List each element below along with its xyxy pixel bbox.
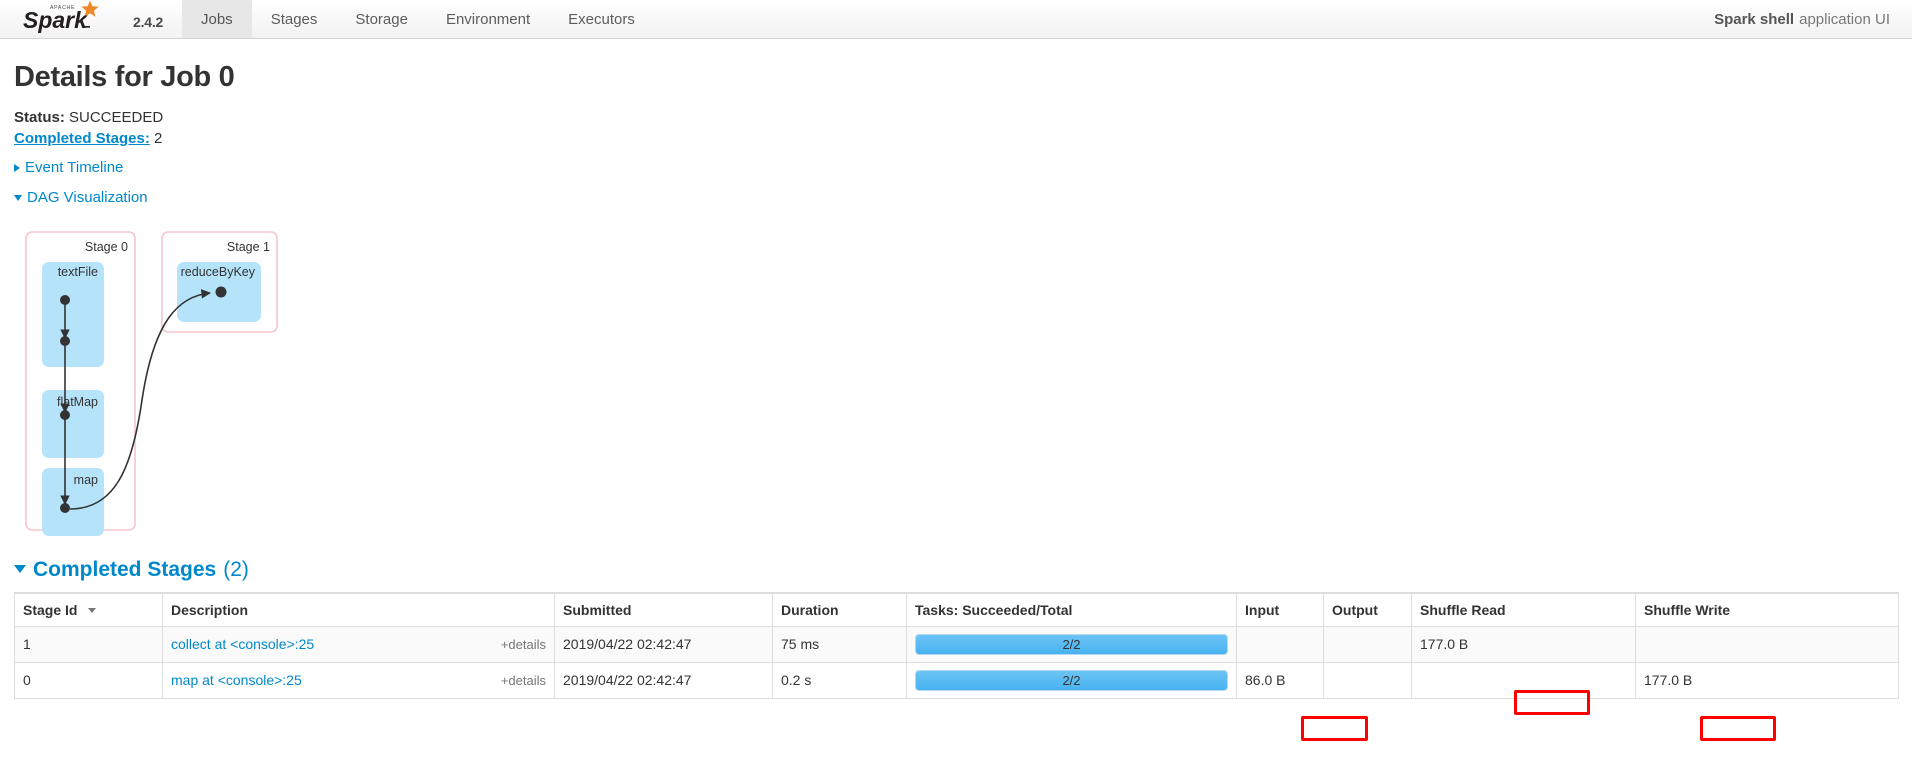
- column-header-shuffle-read[interactable]: Shuffle Read: [1411, 591, 1636, 627]
- tasks-progress-label: 2/2: [1062, 636, 1081, 652]
- cell-tasks: 2/2: [906, 661, 1237, 699]
- cell-stage-id: 0: [14, 661, 163, 699]
- cell-shuffle-read: 177.0 B: [1411, 625, 1636, 663]
- sort-descending-icon: [88, 608, 97, 614]
- table-header-row: Stage Id Description Submitted Duration …: [14, 591, 1899, 627]
- completed-stages-line: Completed Stages: 2: [14, 128, 1898, 149]
- dag-graph[interactable]: Stage 0 textFile flatMap map Stage 1 red…: [14, 220, 434, 550]
- dag-visualization-row: DAG Visualization: [14, 187, 1898, 208]
- top-navbar: APACHE Spark 2.4.2 Jobs Stages Storage E…: [0, 0, 1912, 39]
- cell-shuffle-write: [1635, 625, 1899, 663]
- details-toggle-link[interactable]: +details: [501, 673, 546, 688]
- highlight-input-row2: [1301, 716, 1368, 741]
- tasks-progress-bar: 2/2: [915, 669, 1228, 691]
- tasks-progress-label: 2/2: [1062, 672, 1081, 688]
- cell-submitted: 2019/04/22 02:42:47: [554, 661, 773, 699]
- dag-stage-1-title: Stage 1: [227, 240, 270, 254]
- column-header-shuffle-write[interactable]: Shuffle Write: [1635, 591, 1899, 627]
- job-status-line: Status: SUCCEEDED: [14, 107, 1898, 128]
- dag-stage-0-title: Stage 0: [85, 240, 128, 254]
- column-header-duration[interactable]: Duration: [772, 591, 907, 627]
- dag-node-textfile-label: textFile: [58, 265, 98, 279]
- page-title: Details for Job 0: [14, 61, 235, 93]
- svg-text:Spark: Spark: [23, 7, 88, 33]
- status-label: Status:: [14, 109, 65, 126]
- tab-jobs[interactable]: Jobs: [182, 0, 252, 38]
- tab-environment[interactable]: Environment: [427, 0, 549, 38]
- dag-node-flatmap-label: flatMap: [57, 395, 98, 409]
- column-header-tasks[interactable]: Tasks: Succeeded/Total: [906, 591, 1237, 627]
- completed-stages-value: 2: [154, 130, 163, 147]
- spark-version: 2.4.2: [133, 14, 164, 30]
- application-ui-suffix: application UI: [1799, 10, 1890, 28]
- page-content: Details for Job 0 Status: SUCCEEDED Comp…: [0, 61, 1912, 699]
- application-name: Spark shell: [1714, 10, 1795, 28]
- column-header-submitted[interactable]: Submitted: [554, 591, 773, 627]
- dag-node-map-label: map: [74, 473, 98, 487]
- event-timeline-label: Event Timeline: [25, 159, 124, 176]
- table-row: 1 collect at <console>:25 +details 2019/…: [14, 625, 1899, 663]
- cell-input: 86.0 B: [1236, 661, 1324, 699]
- cell-shuffle-write: 177.0 B: [1635, 661, 1899, 699]
- column-header-output[interactable]: Output: [1323, 591, 1412, 627]
- tab-stages[interactable]: Stages: [252, 0, 337, 38]
- cell-output: [1323, 625, 1412, 663]
- cell-stage-id: 1: [14, 625, 163, 663]
- dag-visualization-panel[interactable]: Stage 0 textFile flatMap map Stage 1 red…: [14, 220, 1898, 550]
- completed-stages-section-count: (2): [223, 557, 249, 581]
- dag-dot-textfile-bottom: [60, 335, 70, 346]
- spark-logo-icon: APACHE Spark: [23, 0, 99, 33]
- completed-stages-section-header: Completed Stages (2): [14, 558, 1898, 582]
- event-timeline-toggle[interactable]: Event Timeline: [14, 158, 123, 178]
- caret-down-icon-section: [14, 565, 26, 573]
- spark-brand[interactable]: APACHE Spark 2.4.2: [0, 0, 182, 38]
- dag-dot-reducebykey: [215, 286, 227, 297]
- tasks-progress-bar: 2/2: [915, 633, 1228, 655]
- column-header-stage-id[interactable]: Stage Id: [14, 591, 163, 627]
- column-header-stage-id-label: Stage Id: [23, 601, 78, 618]
- stage-description-link[interactable]: collect at <console>:25: [171, 636, 314, 652]
- dag-dot-map: [60, 502, 70, 513]
- cell-shuffle-read: [1411, 661, 1636, 699]
- tab-storage[interactable]: Storage: [336, 0, 427, 38]
- application-ui-title: Spark shell application UI: [1714, 0, 1912, 38]
- completed-stages-section-toggle[interactable]: Completed Stages (2): [14, 558, 249, 582]
- column-header-description[interactable]: Description: [162, 591, 555, 627]
- nav-tabs: Jobs Stages Storage Environment Executor…: [182, 0, 654, 38]
- completed-stages-table: Stage Id Description Submitted Duration …: [14, 591, 1899, 699]
- dag-dot-textfile-top: [60, 294, 70, 305]
- cell-submitted: 2019/04/22 02:42:47: [554, 625, 773, 663]
- tab-executors[interactable]: Executors: [549, 0, 654, 38]
- status-value: SUCCEEDED: [69, 109, 164, 126]
- details-toggle-link[interactable]: +details: [501, 637, 546, 652]
- caret-down-icon: [14, 195, 22, 201]
- dag-visualization-toggle[interactable]: DAG Visualization: [14, 188, 148, 208]
- dag-dot-flatmap: [60, 409, 70, 420]
- event-timeline-row: Event Timeline: [14, 158, 1898, 178]
- completed-stages-label[interactable]: Completed Stages:: [14, 130, 150, 147]
- completed-stages-section-label: Completed Stages: [33, 557, 217, 581]
- caret-right-icon: [14, 164, 20, 172]
- cell-output: [1323, 661, 1412, 699]
- table-row: 0 map at <console>:25 +details 2019/04/2…: [14, 661, 1899, 699]
- cell-input: [1236, 625, 1324, 663]
- stage-description-link[interactable]: map at <console>:25: [171, 672, 302, 688]
- dag-visualization-label: DAG Visualization: [27, 188, 148, 206]
- cell-description: map at <console>:25 +details: [162, 661, 555, 699]
- cell-tasks: 2/2: [906, 625, 1237, 663]
- dag-node-reducebykey-label: reduceByKey: [181, 265, 256, 279]
- column-header-input[interactable]: Input: [1236, 591, 1324, 627]
- highlight-shuffle-write-row2: [1700, 716, 1776, 741]
- cell-description: collect at <console>:25 +details: [162, 625, 555, 663]
- cell-duration: 75 ms: [772, 625, 907, 663]
- cell-duration: 0.2 s: [772, 661, 907, 699]
